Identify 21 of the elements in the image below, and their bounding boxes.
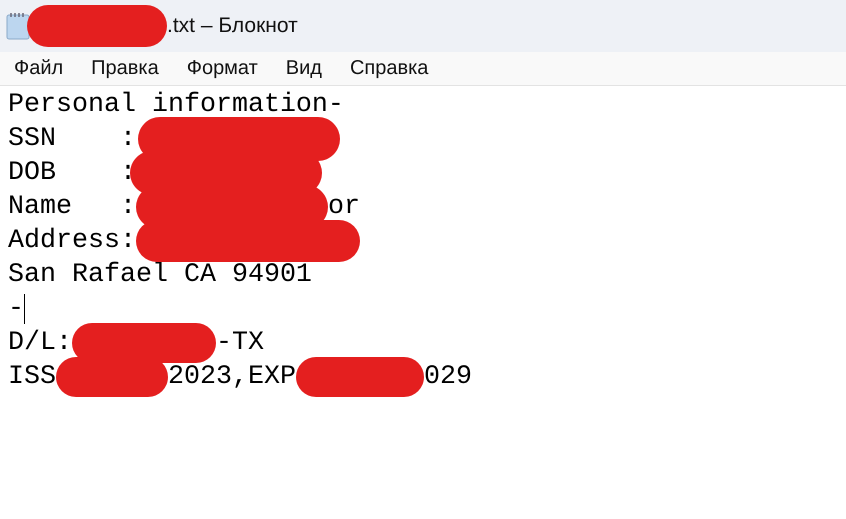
text-line: ISS — [8, 361, 56, 394]
text-line: Address: — [8, 225, 136, 258]
text-line: Name : — [8, 191, 136, 224]
text-line: SSN : — [8, 123, 136, 156]
text-line: 2023,EXP — [168, 361, 296, 394]
text-line: - — [8, 293, 24, 326]
text-line: 029 — [424, 361, 472, 394]
text-line: D/L: — [8, 327, 72, 360]
menu-item[interactable]: Формат — [186, 57, 258, 80]
text-line: San Rafael CA 94901 — [8, 259, 312, 292]
text-cursor — [24, 294, 25, 324]
menu-item[interactable]: Файл — [14, 57, 64, 80]
notepad-icon — [5, 11, 31, 41]
text-line: Personal information- — [8, 89, 344, 122]
menu-item[interactable]: Правка — [91, 57, 159, 80]
menu-item[interactable]: Вид — [286, 57, 322, 80]
text-line: or — [328, 191, 360, 224]
text-line: -TX — [216, 327, 264, 360]
text-line: DOB : — [8, 157, 136, 190]
window-title: .txt – Блокнот — [167, 14, 298, 38]
menu-item[interactable]: Справка — [350, 57, 428, 80]
